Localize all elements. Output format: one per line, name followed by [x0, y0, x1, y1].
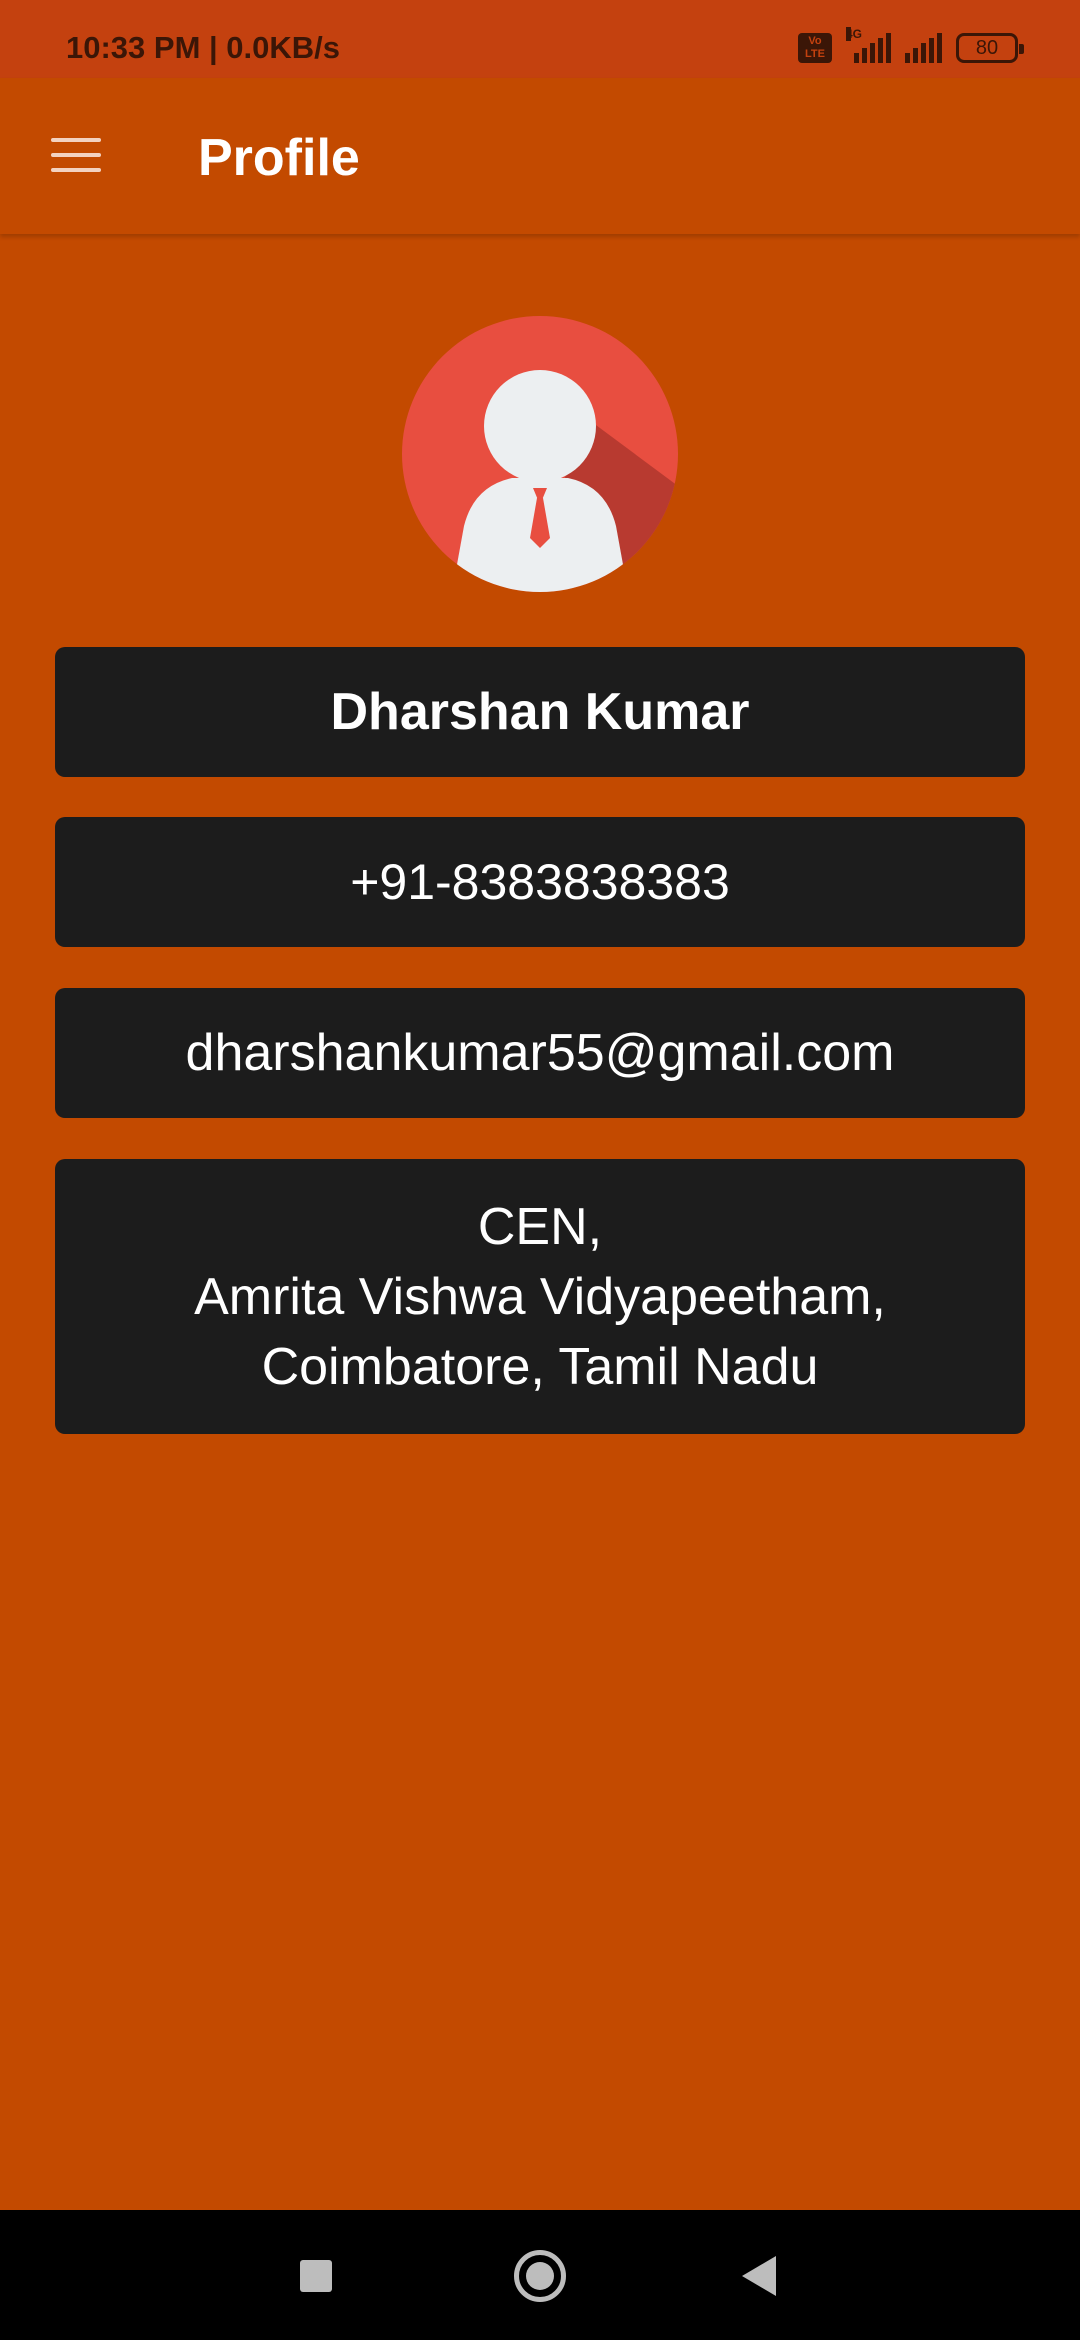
- address-line: Coimbatore, Tamil Nadu: [261, 1337, 819, 1396]
- network-type-label: 4G: [846, 27, 863, 41]
- app-bar: Profile: [0, 78, 1080, 234]
- status-bar: 10:33 PM | 0.0KB/s Vo LTE 4G 80: [0, 0, 1080, 78]
- hamburger-menu-icon[interactable]: [48, 134, 104, 176]
- navigation-bar: [0, 2210, 1080, 2340]
- signal-icon: [905, 33, 942, 63]
- address-line: Amrita Vishwa Vidyapeetham,: [194, 1267, 886, 1326]
- triangle-back-icon[interactable]: [742, 2256, 776, 2296]
- circle-home-icon[interactable]: [514, 2250, 566, 2302]
- page-title: Profile: [198, 129, 360, 187]
- signal-4g-icon: 4G: [846, 27, 891, 63]
- user-avatar-icon: [402, 316, 678, 592]
- volte-icon: Vo LTE: [798, 33, 832, 63]
- status-icons: Vo LTE 4G 80: [798, 27, 1024, 66]
- battery-icon: 80: [956, 33, 1024, 63]
- profile-name: Dharshan Kumar: [55, 647, 1025, 777]
- profile-email: dharshankumar55@gmail.com: [55, 988, 1025, 1118]
- profile-phone: +91-8383838383: [55, 817, 1025, 947]
- status-time: 10:33 PM | 0.0KB/s: [66, 30, 341, 65]
- address-line: CEN,: [477, 1197, 603, 1256]
- square-recents-icon[interactable]: [300, 2260, 332, 2292]
- profile-address: CEN, Amrita Vishwa Vidyapeetham, Coimbat…: [55, 1159, 1025, 1434]
